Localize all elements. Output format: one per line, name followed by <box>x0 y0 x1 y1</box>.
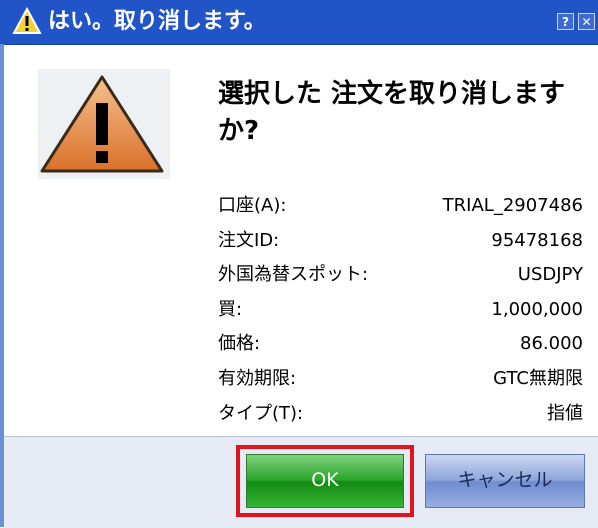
title-bar[interactable]: はい。取り消します。 ? ✕ <box>0 0 598 45</box>
account-value: TRIAL_2907486 <box>442 195 583 216</box>
amount-label: 買: <box>218 298 243 320</box>
order-id-value: 95478168 <box>491 229 583 251</box>
detail-row-instrument: 外国為替スポット: USDJPY <box>218 258 583 293</box>
detail-row-order-id: 注文ID: 95478168 <box>218 224 583 259</box>
window-title: はい。取り消します。 <box>48 9 266 34</box>
detail-row-account: 口座(A): TRIAL_2907486 <box>218 189 583 224</box>
detail-row-expiry: 有効期限: GTC無期限 <box>218 362 583 397</box>
cancel-order-dialog: はい。取り消します。 ? ✕ 選択した 注文を取り消しますか? 口座(A): T… <box>0 0 598 528</box>
detail-row-amount: 買: 1,000,000 <box>218 293 583 328</box>
detail-row-price: 価格: 86.000 <box>218 327 583 362</box>
price-value: 86.000 <box>520 333 583 355</box>
type-label: タイプ(T): <box>218 402 304 424</box>
confirmation-message: 選択した 注文を取り消しますか? <box>218 79 566 146</box>
close-button[interactable]: ✕ <box>578 13 595 30</box>
instrument-value: USDJPY <box>517 264 583 286</box>
cancel-button[interactable]: キャンセル <box>425 454 585 508</box>
order-id-label: 注文ID: <box>218 229 280 251</box>
price-label: 価格: <box>218 333 261 355</box>
warning-icon <box>12 7 42 34</box>
expiry-value: GTC無期限 <box>493 367 583 389</box>
order-details: 口座(A): TRIAL_2907486 注文ID: 95478168 外国為替… <box>218 189 583 431</box>
expiry-label: 有効期限: <box>218 367 297 389</box>
warning-icon-panel <box>38 69 170 179</box>
amount-value: 1,000,000 <box>491 298 583 320</box>
detail-row-type: タイプ(T): 指値 <box>218 397 583 432</box>
help-button[interactable]: ? <box>557 13 574 30</box>
type-value: 指値 <box>547 402 583 424</box>
warning-large-icon <box>40 75 164 173</box>
ok-button[interactable]: OK <box>246 454 404 508</box>
instrument-label: 外国為替スポット: <box>218 264 369 286</box>
account-label: 口座(A): <box>218 195 287 216</box>
